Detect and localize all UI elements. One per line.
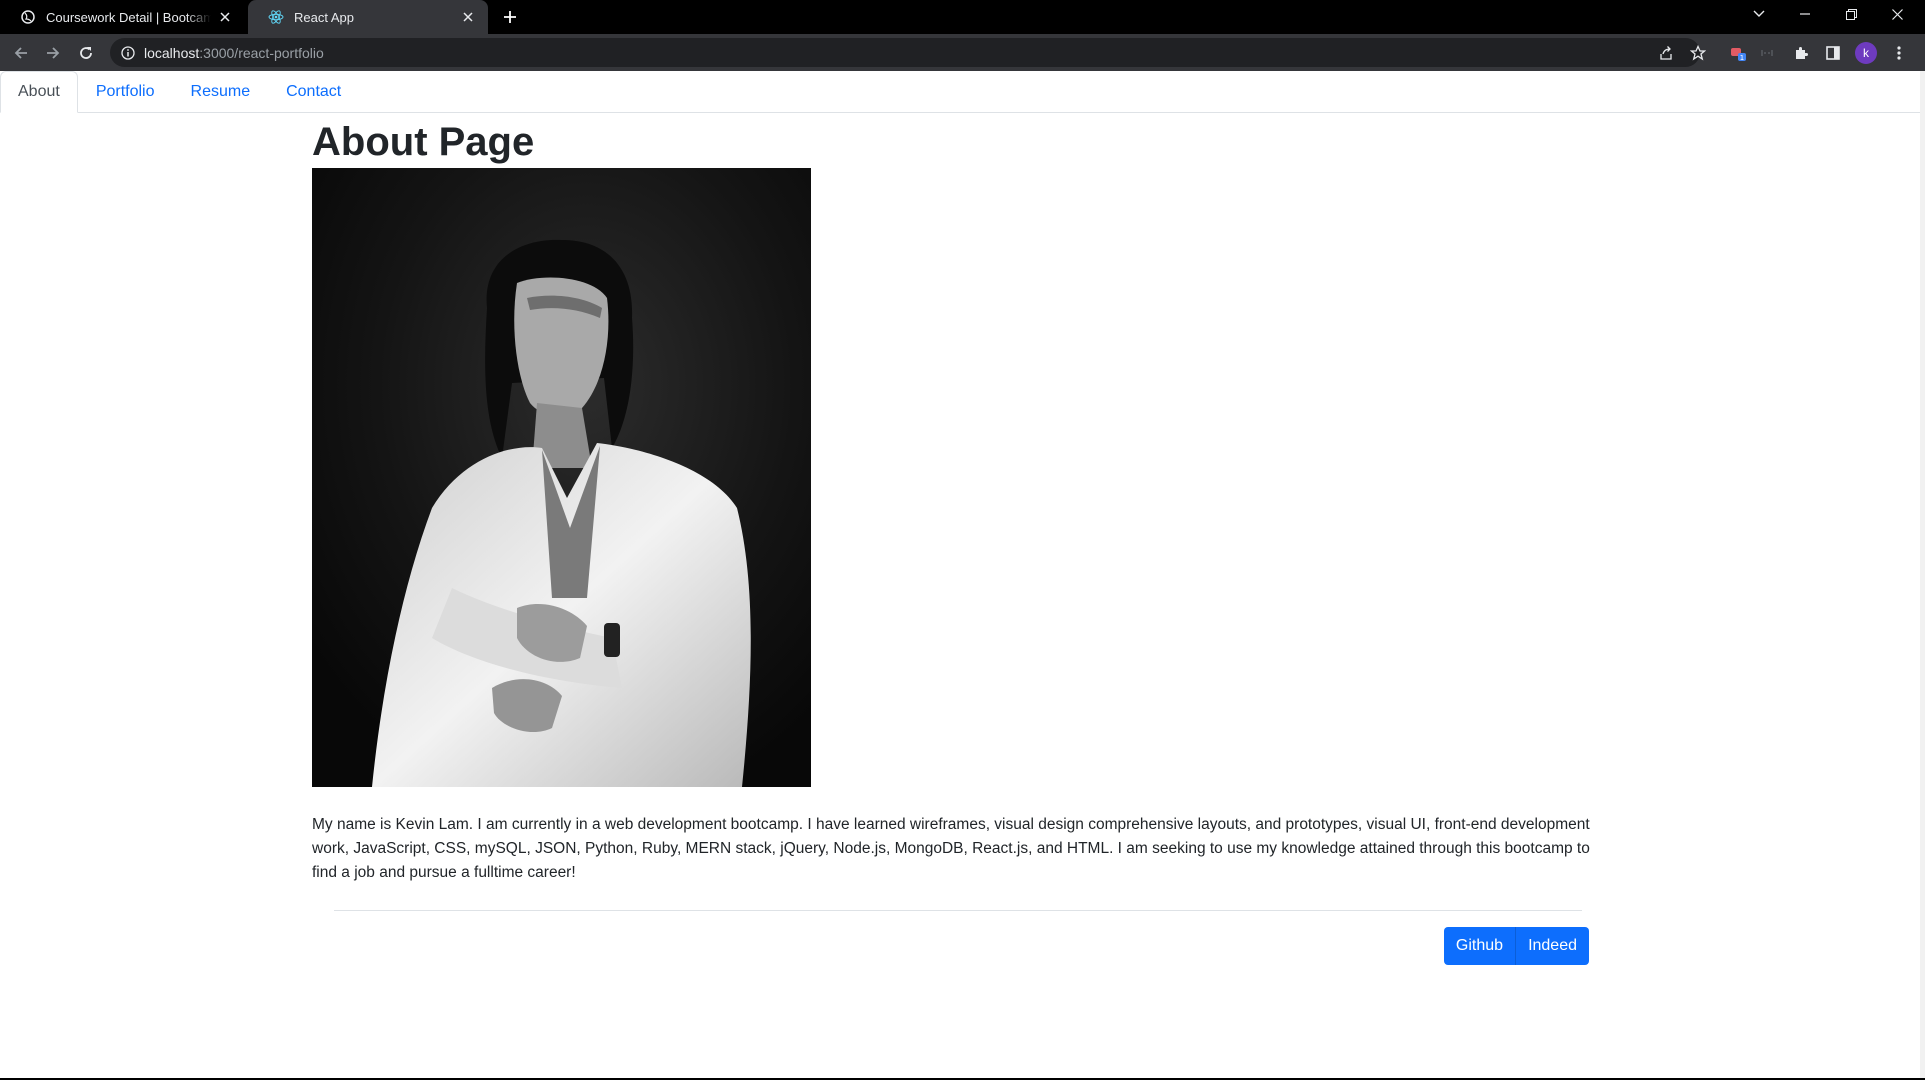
about-section: About Page My name is Kevin Lam. I am cu… xyxy=(312,113,1597,970)
share-icon[interactable] xyxy=(1653,40,1679,66)
browser-tab-react-app[interactable]: React App xyxy=(248,0,488,34)
divider xyxy=(334,910,1582,911)
reload-icon[interactable] xyxy=(73,40,99,66)
side-panel-icon[interactable] xyxy=(1820,40,1846,66)
page-title: About Page xyxy=(312,120,535,164)
profile-photo xyxy=(312,168,811,787)
site-info-icon[interactable] xyxy=(120,45,136,61)
forward-arrow-icon[interactable] xyxy=(40,40,66,66)
close-tab-icon[interactable] xyxy=(217,9,233,25)
tab-title: Coursework Detail | Bootcamp Spot xyxy=(46,9,211,25)
footer-links: Github Indeed xyxy=(312,910,1597,970)
extension-notification-icon[interactable]: 1 xyxy=(1726,40,1752,66)
indeed-button[interactable]: Indeed xyxy=(1515,927,1589,965)
kebab-menu-icon[interactable] xyxy=(1886,40,1912,66)
bio-paragraph: My name is Kevin Lam. I am currently in … xyxy=(312,816,1590,881)
bookmark-star-icon[interactable] xyxy=(1685,40,1711,66)
browser-window: Coursework Detail | Bootcamp Spot React … xyxy=(0,0,1925,1080)
portrait-illustration xyxy=(312,168,811,787)
nav-tab-contact[interactable]: Contact xyxy=(268,71,359,113)
react-icon xyxy=(268,9,284,25)
globe-icon xyxy=(20,9,36,25)
tab-search-chevron-icon[interactable] xyxy=(1736,0,1782,28)
url-path: :3000/react-portfolio xyxy=(199,44,324,61)
url-host: localhost xyxy=(144,44,200,61)
github-button[interactable]: Github xyxy=(1443,927,1516,965)
extension-badge: 1 xyxy=(1740,54,1744,62)
extensions-puzzle-icon[interactable] xyxy=(1788,40,1814,66)
close-tab-icon[interactable] xyxy=(460,9,476,25)
nav-tabs: About Portfolio Resume Contact xyxy=(0,71,1920,113)
address-bar[interactable]: localhost:3000/react-portfolio xyxy=(110,38,1700,67)
page-viewport: About Portfolio Resume Contact About Pag… xyxy=(0,71,1920,1078)
social-button-group: Github Indeed xyxy=(1443,927,1589,965)
scrollbar[interactable] xyxy=(1920,71,1925,1078)
restore-icon[interactable] xyxy=(1828,0,1874,28)
profile-avatar[interactable]: k xyxy=(1855,42,1877,64)
minimize-icon[interactable] xyxy=(1782,0,1828,28)
new-tab-icon[interactable] xyxy=(500,7,520,27)
close-window-icon[interactable] xyxy=(1874,0,1920,28)
tab-strip: Coursework Detail | Bootcamp Spot React … xyxy=(0,0,1925,34)
nav-tab-portfolio[interactable]: Portfolio xyxy=(78,71,173,113)
browser-tab-coursework[interactable]: Coursework Detail | Bootcamp Spot xyxy=(0,0,245,34)
nav-tab-resume[interactable]: Resume xyxy=(173,71,269,113)
nav-tab-about[interactable]: About xyxy=(0,71,78,113)
media-extension-icon[interactable] xyxy=(1754,40,1780,66)
browser-toolbar: localhost:3000/react-portfolio 1 k xyxy=(0,34,1925,71)
back-arrow-icon[interactable] xyxy=(8,40,34,66)
tab-title: React App xyxy=(294,9,354,25)
